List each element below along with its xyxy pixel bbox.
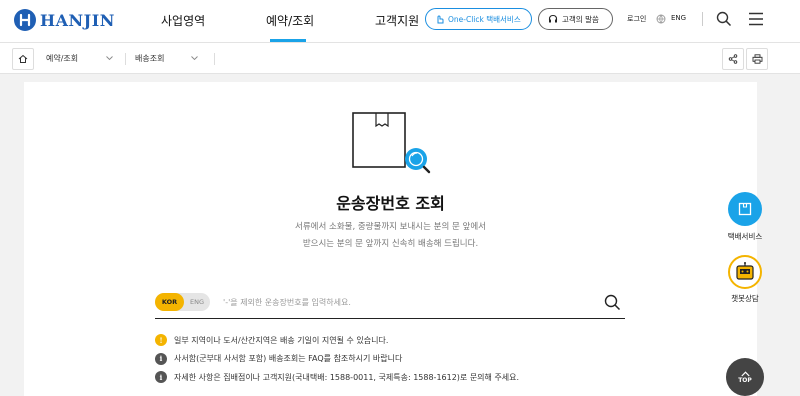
info-icon: i (155, 371, 167, 384)
parcel-box-search-icon (352, 112, 431, 174)
parcel-service-label[interactable]: 택배서비스 (715, 231, 775, 242)
home-icon (18, 54, 28, 63)
breadcrumb: 예약/조회 배송조회 (0, 42, 800, 74)
notice-item: i 사서함(군부대 사서함 포함) 배송조회는 FAQ를 참조하시기 바랍니다 (155, 350, 519, 369)
description-line-2: 받으시는 분의 문 앞까지 신속히 배송해 드립니다. (302, 239, 479, 249)
scroll-top-button[interactable]: TOP (726, 358, 764, 396)
hanjin-logo-mark-icon (14, 9, 36, 31)
logo-text: HANJIN (40, 10, 115, 30)
notice-text: 사서함(군부대 사서함 포함) 배송조회는 FAQ를 참조하시기 바랍니다 (174, 354, 403, 364)
header-divider (702, 12, 703, 26)
search-icon (604, 294, 620, 310)
breadcrumb-depth2-label: 배송조회 (135, 54, 165, 63)
nav-support[interactable]: 고객지원 (375, 12, 419, 29)
share-button[interactable] (722, 48, 744, 70)
lang-kor-option[interactable]: KOR (155, 293, 184, 311)
chatbot-float-button[interactable] (728, 255, 762, 289)
headset-icon (548, 14, 558, 23)
globe-icon (656, 14, 666, 24)
customer-voice-label: 고객의 말씀 (562, 14, 599, 24)
breadcrumb-separator (125, 53, 126, 65)
hamburger-menu-icon[interactable] (748, 12, 764, 26)
language-switch[interactable]: ENG (671, 14, 686, 22)
home-button[interactable] (12, 48, 34, 70)
notice-list: ! 일부 지역이나 도서/산간지역은 배송 기일이 지연될 수 있습니다. i … (155, 331, 519, 387)
chevron-down-icon (106, 56, 113, 61)
nav-reservation[interactable]: 예약/조회 (266, 12, 314, 29)
tracking-number-input[interactable] (223, 292, 583, 312)
notice-text: 자세한 사항은 집배점이나 고객지원(국내택배: 1588-0011, 국제특송… (174, 372, 520, 382)
one-click-label: One-Click 택배서비스 (448, 14, 521, 24)
tracking-search-button[interactable] (601, 291, 623, 313)
description-line-1: 서류에서 소화물, 중량물까지 보내시는 분의 문 앞에서 (295, 222, 486, 232)
notice-item: i 자세한 사항은 집배점이나 고객지원(국내택배: 1588-0011, 국제… (155, 368, 519, 387)
notice-item: ! 일부 지역이나 도서/산간지역은 배송 기일이 지연될 수 있습니다. (155, 331, 519, 350)
breadcrumb-depth1[interactable]: 예약/조회 (46, 53, 113, 64)
chatbot-label[interactable]: 챗봇상담 (715, 293, 775, 304)
page-description: 서류에서 소화물, 중량물까지 보내시는 분의 문 앞에서 받으시는 분의 문 … (24, 219, 757, 253)
customer-voice-button[interactable]: 고객의 말씀 (538, 8, 613, 30)
global-header: HANJIN 사업영역 예약/조회 고객지원 One-Click 택배서비스 고… (0, 0, 800, 42)
print-button[interactable] (746, 48, 768, 70)
hanjin-logo[interactable]: HANJIN (14, 9, 115, 31)
search-icon[interactable] (716, 11, 732, 27)
breadcrumb-depth2[interactable]: 배송조회 (135, 53, 199, 64)
tracking-card: 운송장번호 조회 서류에서 소화물, 중량물까지 보내시는 분의 문 앞에서 받… (24, 82, 757, 396)
hand-pointer-icon (437, 15, 444, 24)
chevron-down-icon (191, 56, 199, 61)
breadcrumb-separator (214, 53, 215, 65)
tracking-search-box: KOR ENG (155, 287, 625, 319)
parcel-box-icon (738, 202, 752, 216)
top-label: TOP (738, 376, 752, 384)
lang-eng-option[interactable]: ENG (184, 293, 210, 311)
parcel-service-float-button[interactable] (728, 192, 762, 226)
notice-text: 일부 지역이나 도서/산간지역은 배송 기일이 지연될 수 있습니다. (174, 335, 389, 345)
warning-icon: ! (155, 334, 167, 347)
language-toggle[interactable]: KOR ENG (155, 293, 210, 311)
page-title: 운송장번호 조회 (336, 194, 445, 213)
breadcrumb-depth1-label: 예약/조회 (46, 54, 79, 63)
chatbot-robot-icon (736, 262, 754, 280)
nav-business[interactable]: 사업영역 (161, 12, 205, 29)
share-icon (728, 54, 738, 64)
login-link[interactable]: 로그인 (627, 14, 646, 24)
info-icon: i (155, 352, 167, 365)
printer-icon (752, 54, 762, 64)
one-click-service-button[interactable]: One-Click 택배서비스 (425, 8, 532, 30)
